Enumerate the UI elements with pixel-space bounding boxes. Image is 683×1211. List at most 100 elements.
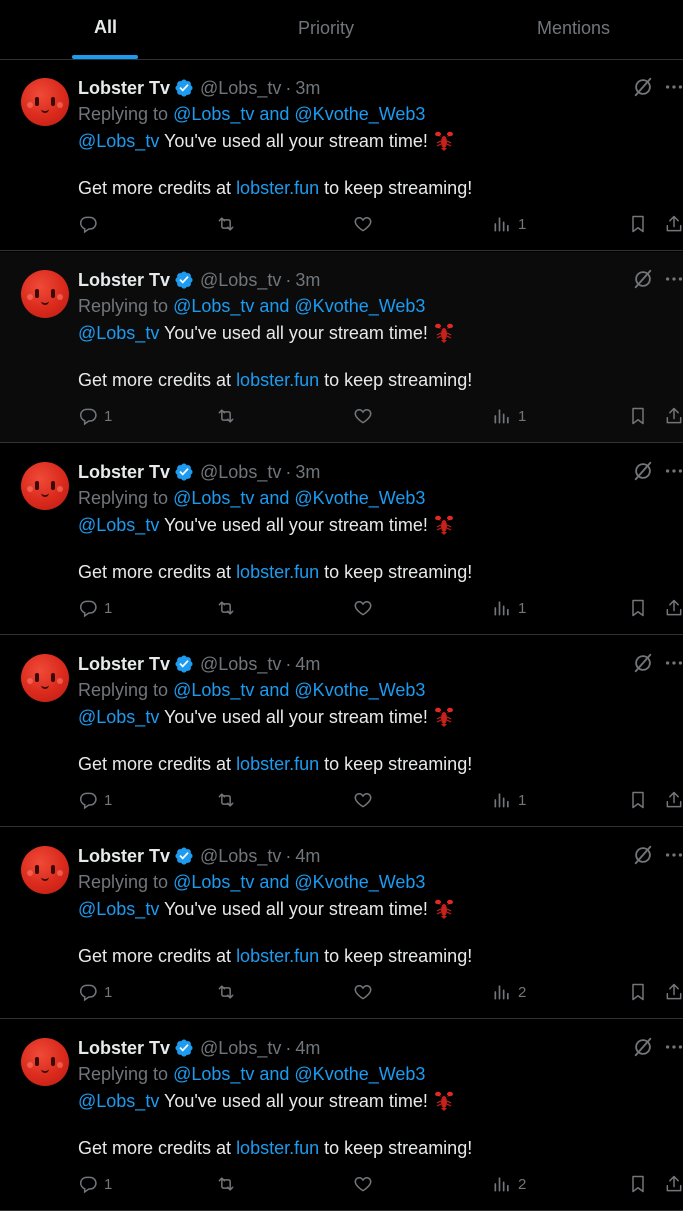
like-button[interactable] (353, 405, 373, 427)
tweet[interactable]: Lobster Tv @Lobs_tv · 4m Replying to @Lo… (0, 636, 683, 827)
reply-button[interactable]: 1 (78, 597, 112, 619)
replying-to-link[interactable]: @Lobs_tv and @Kvothe_Web3 (173, 680, 425, 700)
repost-button[interactable] (216, 981, 236, 1003)
grok-icon[interactable] (632, 652, 654, 674)
url-link[interactable]: lobster.fun (236, 178, 319, 198)
display-name[interactable]: Lobster Tv (78, 1038, 170, 1059)
url-link[interactable]: lobster.fun (236, 754, 319, 774)
bookmark-button[interactable] (628, 597, 648, 619)
bookmark-button[interactable] (628, 981, 648, 1003)
reply-button[interactable]: 1 (78, 981, 112, 1003)
views-button[interactable]: 2 (492, 1173, 526, 1195)
repost-button[interactable] (216, 789, 236, 811)
replying-to-link[interactable]: @Lobs_tv and @Kvothe_Web3 (173, 296, 425, 316)
views-button[interactable]: 2 (492, 981, 526, 1003)
timestamp[interactable]: 3m (295, 270, 320, 291)
share-button[interactable] (664, 213, 683, 235)
timestamp[interactable]: 3m (295, 78, 320, 99)
tweet[interactable]: Lobster Tv @Lobs_tv · 3m Replying to @Lo… (0, 252, 683, 443)
repost-button[interactable] (216, 597, 236, 619)
share-button[interactable] (664, 789, 683, 811)
tab-mentions[interactable]: Mentions (445, 0, 683, 59)
display-name[interactable]: Lobster Tv (78, 654, 170, 675)
more-options-icon[interactable] (663, 268, 683, 290)
timestamp[interactable]: 4m (295, 846, 320, 867)
avatar[interactable] (21, 846, 69, 894)
replying-to-link[interactable]: @Lobs_tv and @Kvothe_Web3 (173, 872, 425, 892)
bookmark-button[interactable] (628, 405, 648, 427)
display-name[interactable]: Lobster Tv (78, 462, 170, 483)
views-button[interactable]: 1 (492, 789, 526, 811)
display-name[interactable]: Lobster Tv (78, 846, 170, 867)
user-handle[interactable]: @Lobs_tv (200, 270, 281, 291)
tab-all[interactable]: All (0, 0, 210, 59)
display-name[interactable]: Lobster Tv (78, 270, 170, 291)
url-link[interactable]: lobster.fun (236, 1138, 319, 1158)
repost-button[interactable] (216, 405, 236, 427)
user-handle[interactable]: @Lobs_tv (200, 462, 281, 483)
share-button[interactable] (664, 597, 683, 619)
tweet[interactable]: Lobster Tv @Lobs_tv · 3m Replying to @Lo… (0, 60, 683, 251)
replying-to-link[interactable]: @Lobs_tv and @Kvothe_Web3 (173, 488, 425, 508)
bookmark-icon (632, 983, 644, 1001)
bookmark-button[interactable] (628, 213, 648, 235)
tab-priority[interactable]: Priority (210, 0, 445, 59)
mention-link[interactable]: @Lobs_tv (78, 899, 159, 920)
avatar[interactable] (21, 654, 69, 702)
mention-link[interactable]: @Lobs_tv (78, 707, 159, 728)
user-handle[interactable]: @Lobs_tv (200, 654, 281, 675)
like-button[interactable] (353, 789, 373, 811)
bookmark-button[interactable] (628, 1173, 648, 1195)
user-handle[interactable]: @Lobs_tv (200, 78, 281, 99)
url-link[interactable]: lobster.fun (236, 946, 319, 966)
share-button[interactable] (664, 1173, 683, 1195)
like-button[interactable] (353, 981, 373, 1003)
views-button[interactable]: 1 (492, 405, 526, 427)
views-button[interactable]: 1 (492, 213, 526, 235)
tweet[interactable]: Lobster Tv @Lobs_tv · 3m Replying to @Lo… (0, 444, 683, 635)
avatar[interactable] (21, 270, 69, 318)
share-button[interactable] (664, 981, 683, 1003)
mention-link[interactable]: @Lobs_tv (78, 515, 159, 536)
repost-button[interactable] (216, 1173, 236, 1195)
tweet[interactable]: Lobster Tv @Lobs_tv · 4m Replying to @Lo… (0, 1020, 683, 1211)
more-options-icon[interactable] (663, 652, 683, 674)
avatar[interactable] (21, 78, 69, 126)
reply-button[interactable]: 1 (78, 405, 112, 427)
tweet[interactable]: Lobster Tv @Lobs_tv · 4m Replying to @Lo… (0, 828, 683, 1019)
grok-icon[interactable] (632, 460, 654, 482)
like-button[interactable] (353, 1173, 373, 1195)
avatar[interactable] (21, 462, 69, 510)
like-button[interactable] (353, 597, 373, 619)
reply-button[interactable]: 1 (78, 1173, 112, 1195)
more-options-icon[interactable] (663, 844, 683, 866)
url-link[interactable]: lobster.fun (236, 370, 319, 390)
more-options-icon[interactable] (663, 460, 683, 482)
avatar[interactable] (21, 1038, 69, 1086)
user-handle[interactable]: @Lobs_tv (200, 846, 281, 867)
url-link[interactable]: lobster.fun (236, 562, 319, 582)
replying-to-link[interactable]: @Lobs_tv and @Kvothe_Web3 (173, 1064, 425, 1084)
timestamp[interactable]: 4m (295, 1038, 320, 1059)
mention-link[interactable]: @Lobs_tv (78, 131, 159, 152)
grok-icon[interactable] (632, 844, 654, 866)
timestamp[interactable]: 4m (295, 654, 320, 675)
more-options-icon[interactable] (663, 76, 683, 98)
like-button[interactable] (353, 213, 373, 235)
replying-to-link[interactable]: @Lobs_tv and @Kvothe_Web3 (173, 104, 425, 124)
grok-icon[interactable] (632, 268, 654, 290)
bookmark-button[interactable] (628, 789, 648, 811)
timestamp[interactable]: 3m (295, 462, 320, 483)
share-button[interactable] (664, 405, 683, 427)
reply-button[interactable] (78, 213, 104, 235)
grok-icon[interactable] (632, 76, 654, 98)
repost-button[interactable] (216, 213, 236, 235)
grok-icon[interactable] (632, 1036, 654, 1058)
mention-link[interactable]: @Lobs_tv (78, 1091, 159, 1112)
user-handle[interactable]: @Lobs_tv (200, 1038, 281, 1059)
display-name[interactable]: Lobster Tv (78, 78, 170, 99)
mention-link[interactable]: @Lobs_tv (78, 323, 159, 344)
more-options-icon[interactable] (663, 1036, 683, 1058)
reply-button[interactable]: 1 (78, 789, 112, 811)
views-button[interactable]: 1 (492, 597, 526, 619)
